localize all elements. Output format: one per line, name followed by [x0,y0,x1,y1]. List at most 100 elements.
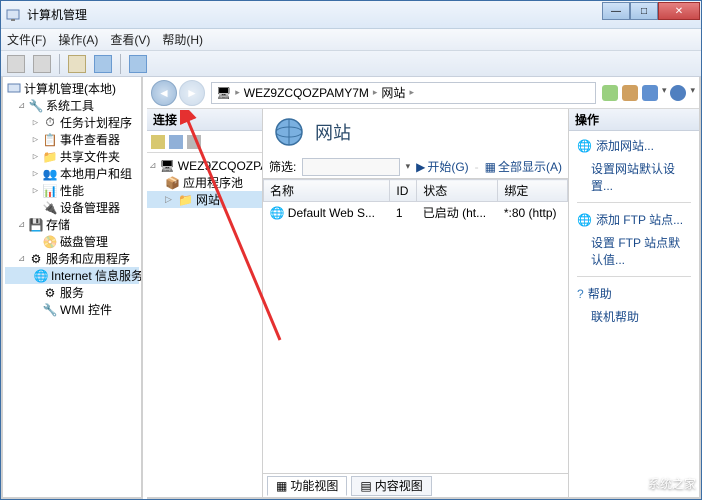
arrow-right-icon: ► [186,86,198,100]
menu-help[interactable]: 帮助(H) [162,31,203,48]
device-icon: 🔌 [43,201,57,215]
tree-task-scheduler[interactable]: ▷⏱任务计划程序 [5,114,139,131]
start-link[interactable]: ▶开始(G) [416,158,469,175]
stop-icon[interactable] [622,85,638,101]
action-site-defaults[interactable]: 设置网站默认设置... [577,160,691,194]
tree-storage[interactable]: ⊿💾存储 [5,216,139,233]
gear-icon: ⚙ [43,286,57,300]
tree-device-manager[interactable]: 🔌设备管理器 [5,199,139,216]
disk-icon: 📀 [43,235,57,249]
maximize-button[interactable]: □ [630,2,658,20]
separator [59,54,60,74]
apppool-icon: 📦 [165,176,180,190]
conn-tree: ⊿🖥WEZ9ZCQOZPAMY7M 📦应用程序池 ▷📁网站 [147,153,262,497]
left-tree-panel: 计算机管理(本地) ⊿🔧系统工具 ▷⏱任务计划程序 ▷📋事件查看器 ▷📁共享文件… [1,77,143,499]
connections-panel: 连接 ⊿🖥WEZ9ZCQOZPAMY7M 📦应用程序池 ▷📁网站 [147,109,263,497]
action-online-help[interactable]: 联机帮助 [577,308,691,325]
help-icon[interactable] [670,85,686,101]
detail-area: ◄ ► 🖥 ▸ WEZ9ZCQOZPAMY7M ▸ 网站 ▸ ▾ ▾ [147,77,701,499]
tools-icon: 🔧 [29,99,43,113]
back-button[interactable] [7,55,25,73]
menu-view[interactable]: 查看(V) [110,31,150,48]
conn-tb-icon[interactable] [187,135,201,149]
menu-file[interactable]: 文件(F) [7,31,46,48]
filter-label: 筛选: [269,158,296,175]
sites-large-icon [273,116,305,148]
actions-panel: 操作 🌐添加网站... 设置网站默认设置... 🌐添加 FTP 站点... 设置… [569,109,699,497]
breadcrumb-path[interactable]: 🖥 ▸ WEZ9ZCQOZPAMY7M ▸ 网站 ▸ [211,82,596,104]
menubar: 文件(F) 操作(A) 查看(V) 帮助(H) [1,29,701,51]
content-row: 连接 ⊿🖥WEZ9ZCQOZPAMY7M 📦应用程序池 ▷📁网站 [147,109,699,497]
dropdown-icon[interactable]: ▾ [662,85,667,101]
dropdown-icon[interactable]: ▾ [406,161,411,172]
filter-input[interactable] [302,158,399,176]
toolbar-button-1[interactable] [68,55,86,73]
conn-sites[interactable]: ▷📁网站 [147,191,262,208]
tree-performance[interactable]: ▷📊性能 [5,182,139,199]
add-ftp-icon: 🌐 [577,213,592,227]
conn-apppool[interactable]: 📦应用程序池 [147,174,262,191]
window-controls: — □ ✕ [602,2,700,20]
col-id[interactable]: ID [390,180,417,202]
tree-system-tools[interactable]: ⊿🔧系统工具 [5,97,139,114]
breadcrumb-server[interactable]: WEZ9ZCQOZPAMY7M [244,86,369,100]
bottom-tabs: ▦功能视图 ▤内容视图 [263,473,568,497]
menu-action[interactable]: 操作(A) [58,31,98,48]
tree-services[interactable]: ⚙服务 [5,284,139,301]
showall-link[interactable]: ▦全部显示(A) [485,158,562,175]
forward-button[interactable] [33,55,51,73]
conn-toolbar [147,131,262,153]
connections-header: 连接 [147,109,262,131]
action-help[interactable]: 帮助 [588,285,612,302]
toolbar [1,51,701,77]
tree-wmi[interactable]: 🔧WMI 控件 [5,301,139,318]
tree-iis[interactable]: 🌐Internet 信息服务(IIS)管 [5,267,139,284]
toolbar-button-2[interactable] [94,55,112,73]
globe-icon[interactable] [642,85,658,101]
conn-server[interactable]: ⊿🖥WEZ9ZCQOZPAMY7M [147,157,262,174]
breadcrumb-sites[interactable]: 网站 [381,84,405,101]
features-icon: ▦ [276,479,287,493]
minimize-button[interactable]: — [602,2,630,20]
tree-disk-management[interactable]: 📀磁盘管理 [5,233,139,250]
col-binding[interactable]: 绑定 [498,180,568,202]
server-icon: 🖥 [216,86,231,100]
sites-icon: 📁 [178,193,193,207]
divider [577,276,691,277]
tab-content-view[interactable]: ▤内容视图 [351,476,431,496]
tree-services-apps[interactable]: ⊿⚙服务和应用程序 [5,250,139,267]
tree-root[interactable]: 计算机管理(本地) [5,80,139,97]
main-panel: 网站 筛选: ▾ ▶开始(G) - ▦全部显示(A) 名称 [263,109,569,497]
tree-shared-folders[interactable]: ▷📁共享文件夹 [5,148,139,165]
storage-icon: 💾 [29,218,43,232]
window-title: 计算机管理 [27,6,697,23]
refresh-icon[interactable] [602,85,618,101]
iis-icon: 🌐 [34,269,48,283]
table-row[interactable]: 🌐 Default Web S... 1 已启动 (ht... *:80 (ht… [264,202,568,224]
tree-event-viewer[interactable]: ▷📋事件查看器 [5,131,139,148]
conn-tb-icon[interactable] [151,135,165,149]
close-button[interactable]: ✕ [658,2,700,20]
users-icon: 👥 [43,167,57,181]
action-ftp-defaults[interactable]: 设置 FTP 站点默认值... [577,234,691,268]
watermark: 系统之家 [620,472,696,494]
filter-row: 筛选: ▾ ▶开始(G) - ▦全部显示(A) [263,155,568,179]
help-toolbar-button[interactable] [129,55,147,73]
col-name[interactable]: 名称 [264,180,390,202]
tab-features-view[interactable]: ▦功能视图 [267,476,347,496]
play-icon: ▶ [416,160,425,174]
col-status[interactable]: 状态 [417,180,498,202]
watermark-icon [620,472,642,494]
main-header: 网站 [263,109,568,155]
dropdown-icon[interactable]: ▾ [690,85,695,101]
nav-forward-button[interactable]: ► [179,80,205,106]
nav-back-button[interactable]: ◄ [151,80,177,106]
action-add-site[interactable]: 添加网站... [596,137,654,154]
conn-tb-icon[interactable] [169,135,183,149]
chevron-right-icon: ▸ [235,87,240,98]
tree-label: 计算机管理(本地) [24,80,116,97]
mmc-tree: 计算机管理(本地) ⊿🔧系统工具 ▷⏱任务计划程序 ▷📋事件查看器 ▷📁共享文件… [3,77,141,321]
tree-local-users[interactable]: ▷👥本地用户和组 [5,165,139,182]
action-add-ftp[interactable]: 添加 FTP 站点... [596,211,683,228]
server-icon: 🖥 [160,159,175,173]
